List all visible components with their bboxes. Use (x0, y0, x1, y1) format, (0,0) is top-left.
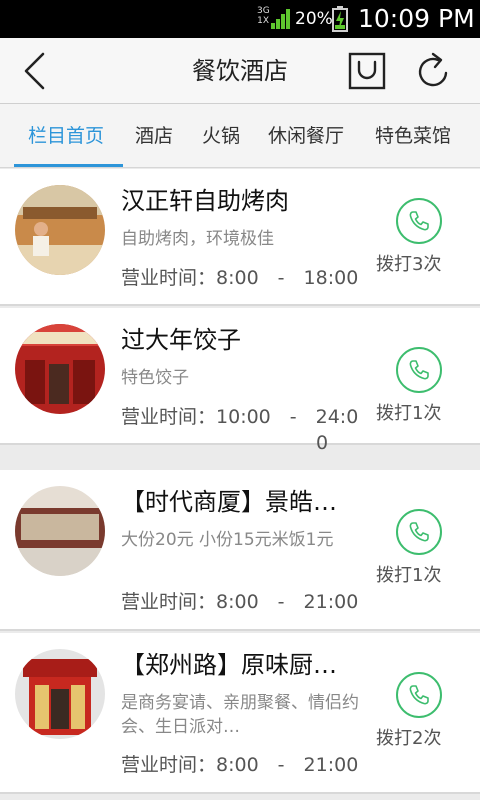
restaurant-name: 【时代商厦】景皓… (121, 488, 337, 516)
hours-label: 营业时间： (121, 754, 217, 776)
clock: 10:09 PM (358, 4, 475, 33)
business-hours: 营业时间：8:00 - 21:00 (121, 753, 358, 777)
battery-charging-icon (332, 6, 348, 32)
refresh-icon[interactable] (414, 51, 454, 91)
signal-icon (271, 9, 290, 29)
back-chevron-icon[interactable] (16, 50, 56, 92)
restaurant-description: 是商务宴请、亲朋聚餐、情侣约会、生日派对… (121, 693, 359, 737)
restaurant-photo (15, 324, 105, 414)
phone-icon (409, 685, 429, 705)
business-hours-wrap: 0 (316, 432, 329, 454)
restaurant-photo (15, 185, 105, 275)
restaurant-name: 汉正轩自助烤肉 (121, 187, 289, 215)
network-type-top: 3G (257, 6, 270, 16)
call-count: 拨打1次 (376, 403, 442, 424)
tab-specialty-restaurant[interactable]: 特色菜馆 (375, 104, 451, 167)
hours-label: 营业时间： (121, 406, 217, 428)
active-tab-indicator (14, 164, 123, 167)
business-hours: 营业时间：10:00 - 24:0 (121, 405, 358, 429)
restaurant-description: 自助烤肉，环境极佳 (121, 229, 274, 249)
tab-hotel[interactable]: 酒店 (135, 104, 173, 167)
phone-icon (409, 211, 429, 231)
app-header: 餐饮酒店 (0, 38, 480, 104)
screen: 3G 1X 20% 10:09 PM 餐饮酒店 栏目首页 酒店 火锅 休闲餐厅 … (0, 0, 480, 800)
list-item[interactable]: 汉正轩自助烤肉 自助烤肉，环境极佳 营业时间：8:00 - 18:00 拨打3次 (0, 169, 480, 306)
phone-icon (409, 522, 429, 542)
network-type-bottom: 1X (257, 16, 269, 26)
category-tabs: 栏目首页 酒店 火锅 休闲餐厅 特色菜馆 (0, 104, 480, 168)
business-hours: 营业时间：8:00 - 21:00 (121, 590, 358, 614)
shopping-bag-icon[interactable] (348, 52, 386, 90)
call-button[interactable] (396, 672, 442, 718)
business-hours: 营业时间：8:00 - 18:00 (121, 266, 358, 290)
hours-value: 8:00 - 21:00 (216, 591, 359, 613)
page-title: 餐饮酒店 (192, 57, 288, 85)
restaurant-name: 过大年饺子 (121, 326, 241, 354)
hours-value: 8:00 - 21:00 (216, 754, 359, 776)
phone-icon (409, 360, 429, 380)
restaurant-description: 特色饺子 (121, 368, 189, 388)
call-button[interactable] (396, 509, 442, 555)
call-count: 拨打3次 (376, 254, 442, 275)
list-item[interactable]: 【时代商厦】景皓… 大份20元 小份15元米饭1元 营业时间：8:00 - 21… (0, 470, 480, 631)
restaurant-name: 【郑州路】原味厨… (121, 651, 337, 679)
call-count: 拨打1次 (376, 565, 442, 586)
tab-casual-dining[interactable]: 休闲餐厅 (268, 104, 344, 167)
tab-hotpot[interactable]: 火锅 (202, 104, 240, 167)
call-count: 拨打2次 (376, 728, 442, 749)
hours-value: 8:00 - 18:00 (216, 267, 359, 289)
restaurant-photo (15, 486, 105, 576)
list-item[interactable]: 【郑州路】原味厨… 是商务宴请、亲朋聚餐、情侣约会、生日派对… 营业时间：8:0… (0, 633, 480, 794)
status-bar: 3G 1X 20% 10:09 PM (0, 0, 480, 38)
call-button[interactable] (396, 198, 442, 244)
restaurant-photo (15, 649, 105, 739)
battery-percent: 20% (295, 9, 333, 29)
hours-label: 营业时间： (121, 591, 217, 613)
hours-label: 营业时间： (121, 267, 217, 289)
tab-home[interactable]: 栏目首页 (28, 104, 104, 167)
list-item[interactable]: 过大年饺子 特色饺子 营业时间：10:00 - 24:0 0 拨打1次 (0, 308, 480, 454)
call-button[interactable] (396, 347, 442, 393)
network-type: 3G 1X (257, 6, 270, 26)
restaurant-description: 大份20元 小份15元米饭1元 (121, 530, 334, 550)
hours-value: 10:00 - 24:0 (216, 406, 359, 428)
